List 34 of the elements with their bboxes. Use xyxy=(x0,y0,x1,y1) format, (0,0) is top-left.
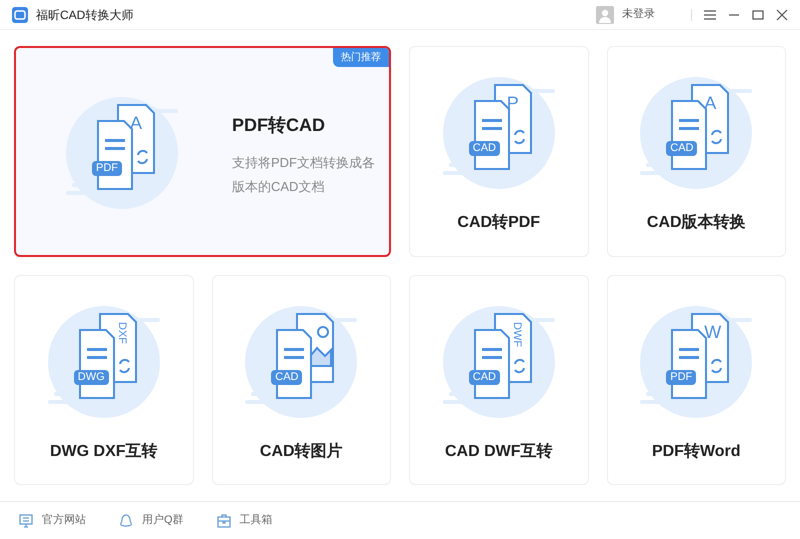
card-title: CAD转PDF xyxy=(457,212,540,233)
monitor-icon xyxy=(18,512,34,528)
file-letter: DWF xyxy=(510,322,523,347)
card-description: 支持将PDF文档转换成各版本的CAD文档 xyxy=(232,154,376,196)
maximize-icon[interactable] xyxy=(752,8,764,20)
conversion-card[interactable]: DWG DXF DWG DXF互转 xyxy=(14,274,194,485)
footer-link[interactable]: 用户Q群 xyxy=(142,512,184,529)
menu-icon[interactable] xyxy=(704,8,716,20)
close-icon[interactable] xyxy=(776,8,788,20)
file-type-badge: CAD xyxy=(666,141,698,156)
file-type-badge: DWG xyxy=(74,370,109,384)
footer-link[interactable]: 工具箱 xyxy=(240,512,273,529)
card-title: CAD版本转换 xyxy=(646,212,746,233)
file-type-badge: PDF xyxy=(666,370,696,384)
conversion-card[interactable]: CAD DWF CAD DWF互转 xyxy=(409,274,588,485)
footer-link[interactable]: 官方网站 xyxy=(42,512,86,529)
card-title: CAD转图片 xyxy=(260,442,343,462)
file-type-badge: CAD xyxy=(468,370,500,384)
card-title: DWG DXF互转 xyxy=(50,442,158,462)
file-type-badge: CAD xyxy=(468,141,500,156)
file-type-badge: PDF xyxy=(92,161,122,176)
window-title: 福昕CAD转换大师 xyxy=(36,6,134,24)
file-type-badge: CAD xyxy=(271,370,302,384)
login-link[interactable]: 未登录 xyxy=(622,6,655,23)
conversion-card[interactable]: CAD CAD转图片 xyxy=(212,274,391,485)
conversion-card[interactable]: PDF W PDF转Word xyxy=(606,274,786,485)
card-title: CAD DWF互转 xyxy=(444,442,553,462)
card-title: PDF转CAD xyxy=(232,114,326,137)
hot-tag: 热门推荐 xyxy=(333,48,389,67)
toolbox-icon xyxy=(216,512,232,528)
file-letter: DXF xyxy=(116,322,128,344)
card-title: PDF转Word xyxy=(652,442,741,462)
app-logo-icon xyxy=(12,6,28,22)
file-letter: W xyxy=(704,322,722,342)
